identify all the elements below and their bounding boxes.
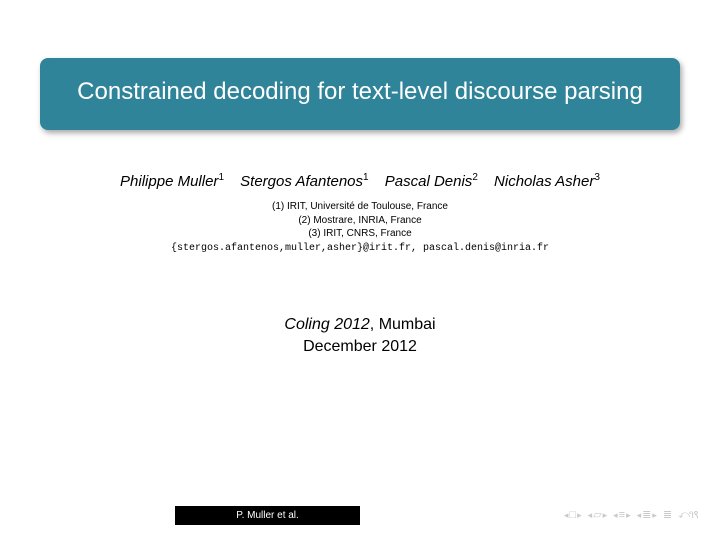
- nav-frame-icon[interactable]: ◂▱▸: [588, 510, 608, 521]
- affiliations: (1) IRIT, Université de Toulouse, France…: [0, 200, 720, 241]
- affil-2: (2) Mostrare, INRIA, France: [0, 214, 720, 228]
- footer: P. Muller et al. ◂□▸ ◂▱▸ ◂≡▸ ◂≣▸ ≣ ↶૧९: [0, 503, 720, 525]
- nav-icons: ◂□▸ ◂▱▸ ◂≡▸ ◂≣▸ ≣ ↶૧९: [564, 506, 698, 525]
- affil-3: (3) IRIT, CNRS, France: [0, 227, 720, 241]
- author-4: Nicholas Asher3: [494, 173, 600, 190]
- venue-date: December 2012: [0, 336, 720, 358]
- title-block: Constrained decoding for text-level disc…: [40, 58, 680, 130]
- author-2: Stergos Afantenos1: [240, 173, 368, 190]
- slide: Constrained decoding for text-level disc…: [0, 0, 720, 541]
- footer-author: P. Muller et al.: [175, 506, 360, 525]
- nav-first-icon[interactable]: ◂□▸: [564, 510, 582, 521]
- emails: {stergos.afantenos,muller,asher}@irit.fr…: [0, 243, 720, 254]
- author-3: Pascal Denis2: [385, 173, 478, 190]
- nav-section-icon[interactable]: ◂≣▸: [637, 510, 657, 521]
- nav-subsection-icon[interactable]: ◂≡▸: [613, 510, 630, 521]
- conference-name: Coling 2012: [284, 316, 369, 333]
- nav-undo-icon[interactable]: ↶૧९: [678, 510, 698, 521]
- author-1: Philippe Muller1: [120, 173, 224, 190]
- venue-location: , Mumbai: [370, 316, 436, 333]
- slide-title: Constrained decoding for text-level disc…: [60, 76, 660, 108]
- venue-block: Coling 2012, Mumbai December 2012: [0, 314, 720, 359]
- nav-tree-icon[interactable]: ≣: [663, 510, 672, 521]
- venue-line: Coling 2012, Mumbai: [0, 314, 720, 336]
- affil-1: (1) IRIT, Université de Toulouse, France: [0, 200, 720, 214]
- authors-line: Philippe Muller1 Stergos Afantenos1 Pasc…: [0, 172, 720, 190]
